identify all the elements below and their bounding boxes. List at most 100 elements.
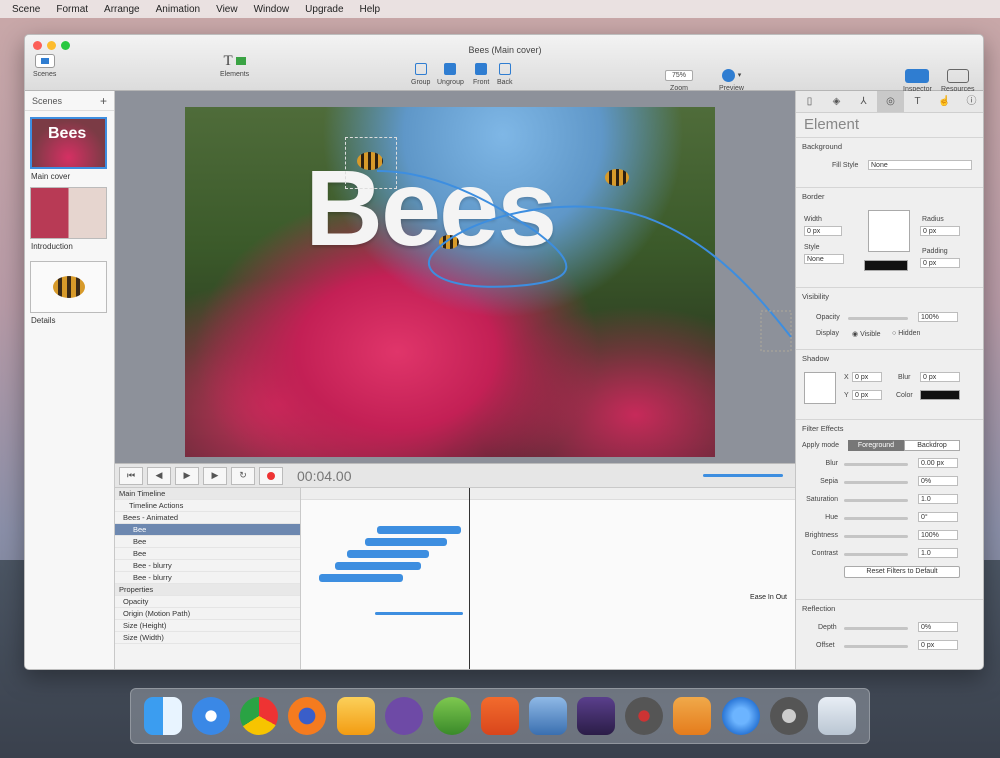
chrome-icon[interactable] xyxy=(240,697,279,735)
element-icon[interactable]: ◎ xyxy=(877,91,904,112)
property-row[interactable]: Opacity xyxy=(115,596,300,608)
zoom-control[interactable]: 75% Zoom xyxy=(665,67,694,92)
timeline-selector[interactable]: Main Timeline xyxy=(115,488,300,500)
play-button[interactable]: ▶ xyxy=(175,466,199,485)
shadow-y-field[interactable]: 0 px xyxy=(852,390,882,400)
info-icon[interactable]: ⓘ xyxy=(958,91,983,112)
preview-app-icon[interactable] xyxy=(529,697,568,735)
blur-filter-field[interactable]: 0.00 px xyxy=(918,458,958,468)
motion-keyframe-bar[interactable] xyxy=(375,612,463,615)
scene-icon[interactable]: ◈ xyxy=(823,91,850,112)
keyframe-bar[interactable] xyxy=(347,550,429,558)
backdrop-segment[interactable]: Backdrop xyxy=(904,440,960,451)
go-to-start-button[interactable]: ⏮ xyxy=(119,466,143,485)
layer-group-row[interactable]: Bees - Animated xyxy=(115,512,300,524)
actions-icon[interactable]: ⅄ xyxy=(850,91,877,112)
add-scene-button[interactable]: + xyxy=(100,94,107,108)
timeline-zoom-slider[interactable] xyxy=(703,474,783,477)
step-forward-button[interactable]: ▶ xyxy=(203,466,227,485)
visible-radio[interactable]: ◉ Visible xyxy=(852,330,881,338)
radius-field[interactable]: 0 px xyxy=(920,226,960,236)
record-button[interactable] xyxy=(259,466,283,485)
github-icon[interactable] xyxy=(384,697,423,735)
loop-button[interactable]: ↻ xyxy=(231,466,255,485)
border-color-well[interactable] xyxy=(864,260,908,271)
document-icon[interactable]: ▯ xyxy=(796,91,823,112)
menu-animation[interactable]: Animation xyxy=(156,4,200,15)
saturation-field[interactable]: 1.0 xyxy=(918,494,958,504)
preview-button[interactable]: ▾ Preview xyxy=(719,67,744,92)
depth-slider[interactable] xyxy=(844,627,908,630)
opacity-slider[interactable] xyxy=(848,317,908,320)
sketch-icon[interactable] xyxy=(336,697,375,735)
fill-style-select[interactable]: None xyxy=(868,160,972,170)
brightness-slider[interactable] xyxy=(844,535,908,538)
typography-icon[interactable]: T xyxy=(904,91,931,112)
app-store-icon[interactable] xyxy=(721,697,760,735)
menu-format[interactable]: Format xyxy=(56,4,88,15)
timeline-actions-row[interactable]: Timeline Actions xyxy=(115,500,300,512)
final-cut-icon[interactable] xyxy=(577,697,616,735)
keyframe-bar[interactable] xyxy=(365,538,447,546)
layer-row[interactable]: Bee - blurry xyxy=(115,560,300,572)
scenes-button[interactable]: Scenes xyxy=(33,53,56,78)
safari-icon[interactable] xyxy=(192,697,231,735)
menu-window[interactable]: Window xyxy=(254,4,290,15)
blur-filter-slider[interactable] xyxy=(844,463,908,466)
elements-button[interactable]: T Elements xyxy=(220,53,249,79)
property-row[interactable]: Size (Height) xyxy=(115,620,300,632)
scene-thumbnail-details[interactable] xyxy=(30,261,107,313)
offset-slider[interactable] xyxy=(844,645,908,648)
keyframe-bar[interactable] xyxy=(377,526,461,534)
menu-view[interactable]: View xyxy=(216,4,238,15)
padding-field[interactable]: 0 px xyxy=(920,258,960,268)
system-preferences-icon[interactable] xyxy=(769,697,808,735)
back-button[interactable]: Back xyxy=(497,61,513,86)
sepia-slider[interactable] xyxy=(844,481,908,484)
border-style-select[interactable]: None xyxy=(804,254,844,264)
brightness-field[interactable]: 100% xyxy=(918,530,958,540)
group-button[interactable]: Group xyxy=(411,61,430,86)
firefox-icon[interactable] xyxy=(288,697,327,735)
menu-scene[interactable]: Scene xyxy=(12,4,40,15)
trash-icon[interactable] xyxy=(817,697,856,735)
pointer-icon[interactable]: ☝ xyxy=(931,91,958,112)
resources-button[interactable]: Resources xyxy=(941,68,974,93)
border-width-field[interactable]: 0 px xyxy=(804,226,842,236)
layer-row[interactable]: Bee - blurry xyxy=(115,572,300,584)
shadow-color-well[interactable] xyxy=(920,390,960,400)
inspector-button[interactable]: Inspector xyxy=(903,68,932,93)
menu-arrange[interactable]: Arrange xyxy=(104,4,140,15)
step-back-button[interactable]: ◀ xyxy=(147,466,171,485)
hidden-radio[interactable]: ○ Hidden xyxy=(892,330,920,337)
motion-icon[interactable] xyxy=(625,697,664,735)
opacity-field[interactable]: 100% xyxy=(918,312,958,322)
layer-row[interactable]: Bee xyxy=(115,536,300,548)
saturation-slider[interactable] xyxy=(844,499,908,502)
shadow-blur-field[interactable]: 0 px xyxy=(920,372,960,382)
scene-thumbnail-main-cover[interactable]: Bees xyxy=(30,117,107,169)
scene-thumbnail-introduction[interactable] xyxy=(30,187,107,239)
menu-help[interactable]: Help xyxy=(360,4,381,15)
border-side-picker[interactable] xyxy=(868,210,910,252)
keyframe-bar[interactable] xyxy=(335,562,421,570)
contrast-slider[interactable] xyxy=(844,553,908,556)
shadow-direction-picker[interactable] xyxy=(804,372,836,404)
reset-filters-button[interactable]: Reset Filters to Default xyxy=(844,566,960,578)
easing-select[interactable]: Ease In Out xyxy=(750,594,787,601)
leaf-app-icon[interactable] xyxy=(432,697,471,735)
pages-icon[interactable] xyxy=(673,697,712,735)
ungroup-button[interactable]: Ungroup xyxy=(437,61,464,86)
contrast-field[interactable]: 1.0 xyxy=(918,548,958,558)
sepia-field[interactable]: 0% xyxy=(918,476,958,486)
finder-icon[interactable] xyxy=(144,697,183,735)
property-row[interactable]: Origin (Motion Path) xyxy=(115,608,300,620)
depth-field[interactable]: 0% xyxy=(918,622,958,632)
layer-row-selected[interactable]: Bee xyxy=(115,524,300,536)
foreground-segment[interactable]: Foreground xyxy=(848,440,904,451)
offset-field[interactable]: 0 px xyxy=(918,640,958,650)
property-row[interactable]: Size (Width) xyxy=(115,632,300,644)
zoom-field[interactable]: 75% xyxy=(665,69,694,81)
hue-field[interactable]: 0° xyxy=(918,512,958,522)
menu-upgrade[interactable]: Upgrade xyxy=(305,4,343,15)
